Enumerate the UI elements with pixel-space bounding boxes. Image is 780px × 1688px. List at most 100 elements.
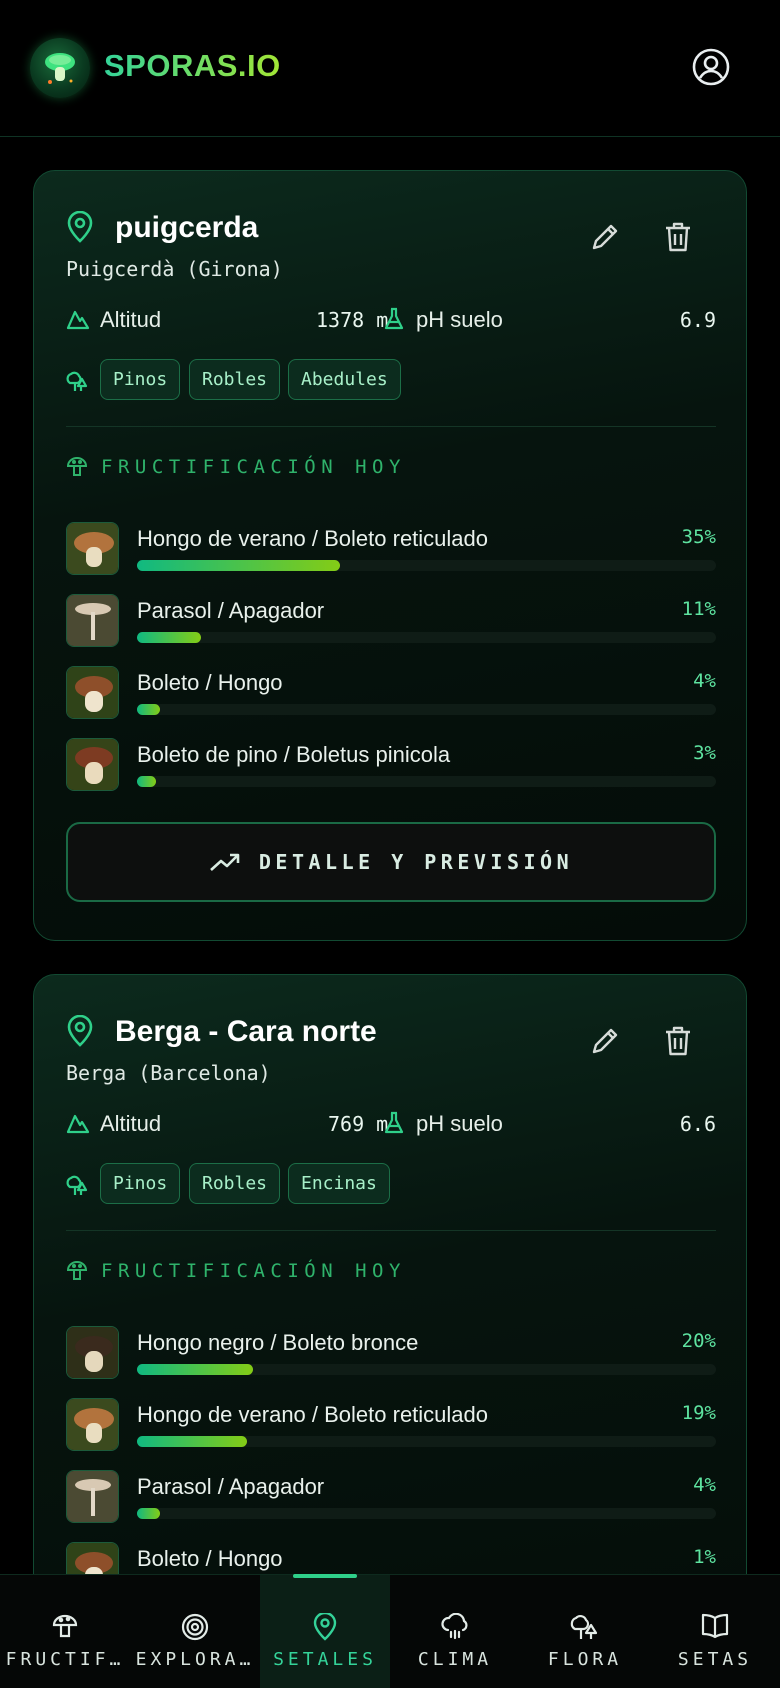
nav-label: EXPLORA… bbox=[135, 1649, 255, 1670]
species-name: Parasol / Apagador bbox=[137, 598, 325, 623]
nav-label: FLORA bbox=[547, 1649, 623, 1670]
tree-tags: Pinos Robles Abedules bbox=[66, 359, 716, 401]
species-name: Boleto / Hongo bbox=[137, 670, 283, 695]
trash-icon bbox=[666, 1026, 690, 1056]
flask-icon bbox=[382, 1111, 406, 1140]
species-name: Boleto / Hongo bbox=[137, 1546, 283, 1571]
spot-stats: Altitud 1378 m pH suelo 6.9 bbox=[66, 305, 716, 335]
nav-label: CLIMA bbox=[417, 1649, 493, 1670]
app-header: SPORAS.IO bbox=[0, 0, 780, 137]
spot-title: Berga - Cara norte bbox=[115, 1015, 377, 1048]
flask-icon bbox=[382, 307, 406, 336]
probability-bar-fill bbox=[137, 1364, 253, 1375]
probability-bar-fill bbox=[137, 560, 340, 571]
pencil-icon bbox=[592, 224, 618, 250]
spot-title: puigcerda bbox=[115, 211, 259, 244]
species-thumbnail bbox=[66, 1326, 119, 1379]
species-percent: 3% bbox=[693, 742, 716, 764]
pencil-icon bbox=[592, 1028, 618, 1054]
species-thumbnail bbox=[66, 738, 119, 791]
nav-item-clima[interactable]: CLIMA bbox=[390, 1575, 520, 1688]
species-thumbnail bbox=[66, 1470, 119, 1523]
probability-bar-fill bbox=[137, 704, 161, 715]
nav-item-explorar[interactable]: EXPLORA… bbox=[130, 1575, 260, 1688]
species-percent: 35% bbox=[681, 526, 716, 548]
detail-forecast-label: DETALLE Y PREVISIÓN bbox=[258, 850, 574, 874]
species-row[interactable]: Parasol / Apagador 4% bbox=[66, 1470, 716, 1526]
trees-icon bbox=[66, 1173, 88, 1202]
map-pin-icon bbox=[260, 1613, 390, 1641]
altitude-label: Altitud bbox=[100, 1111, 162, 1136]
tree-tag: Pinos bbox=[100, 359, 181, 400]
edit-button[interactable] bbox=[587, 219, 623, 255]
detail-forecast-button[interactable]: DETALLE Y PREVISIÓN bbox=[66, 822, 716, 902]
species-name: Hongo de verano / Boleto reticulado bbox=[137, 1402, 489, 1427]
trees-icon bbox=[66, 369, 88, 398]
species-percent: 4% bbox=[693, 1474, 716, 1496]
ph-value: 6.6 bbox=[679, 1112, 716, 1136]
spot-card: puigcerda Puigcerdà (Girona) Altitud 137… bbox=[33, 170, 747, 941]
trees-icon bbox=[520, 1613, 650, 1641]
probability-bar bbox=[137, 776, 716, 787]
bottom-nav: FRUCTIF… EXPLORA… SETALES CLIMA FLORA SE… bbox=[0, 1574, 780, 1688]
spots-list[interactable]: puigcerda Puigcerdà (Girona) Altitud 137… bbox=[0, 138, 780, 1574]
probability-bar bbox=[137, 560, 716, 571]
spot-card: Berga - Cara norte Berga (Barcelona) Alt… bbox=[33, 974, 747, 1574]
delete-button[interactable] bbox=[660, 1023, 696, 1059]
tree-tag: Abedules bbox=[288, 359, 401, 400]
species-row[interactable]: Hongo de verano / Boleto reticulado 35% bbox=[66, 522, 716, 578]
altitude-value: 769 m bbox=[328, 1112, 389, 1136]
map-pin-icon bbox=[66, 1014, 94, 1052]
section-title: FRUCTIFICACIÓN HOY bbox=[101, 1260, 406, 1282]
fruiting-section-header: FRUCTIFICACIÓN HOY bbox=[66, 456, 716, 478]
profile-button[interactable] bbox=[690, 46, 732, 88]
nav-label: SETAS bbox=[677, 1649, 753, 1670]
mushroom-icon bbox=[0, 1613, 130, 1639]
probability-bar bbox=[137, 1436, 716, 1447]
probability-bar bbox=[137, 1364, 716, 1375]
species-percent: 1% bbox=[693, 1546, 716, 1568]
probability-bar-fill bbox=[137, 1508, 161, 1519]
tree-tag: Pinos bbox=[100, 1163, 181, 1204]
tree-tags: Pinos Robles Encinas bbox=[66, 1163, 716, 1205]
species-thumbnail bbox=[66, 666, 119, 719]
species-row[interactable]: Parasol / Apagador 11% bbox=[66, 594, 716, 650]
edit-button[interactable] bbox=[587, 1023, 623, 1059]
mountain-icon bbox=[66, 307, 90, 336]
probability-bar-fill bbox=[137, 632, 201, 643]
ph-label: pH suelo bbox=[416, 1111, 503, 1136]
species-thumbnail bbox=[66, 1542, 119, 1574]
logo-mushroom-icon bbox=[30, 38, 90, 98]
nav-item-setas[interactable]: SETAS bbox=[650, 1575, 780, 1688]
active-tab-indicator bbox=[293, 1574, 357, 1578]
probability-bar-fill bbox=[137, 1436, 247, 1447]
species-row[interactable]: Boleto / Hongo 4% bbox=[66, 666, 716, 722]
nav-item-flora[interactable]: FLORA bbox=[520, 1575, 650, 1688]
tree-tag: Encinas bbox=[288, 1163, 390, 1204]
mushroom-icon bbox=[66, 1260, 88, 1287]
spot-location: Puigcerdà (Girona) bbox=[66, 257, 283, 281]
species-thumbnail bbox=[66, 594, 119, 647]
mountain-icon bbox=[66, 1111, 90, 1140]
section-title: FRUCTIFICACIÓN HOY bbox=[101, 456, 406, 478]
species-thumbnail bbox=[66, 522, 119, 575]
delete-button[interactable] bbox=[660, 219, 696, 255]
species-row[interactable]: Hongo negro / Boleto bronce 20% bbox=[66, 1326, 716, 1382]
tree-tag: Robles bbox=[189, 1163, 281, 1204]
species-row[interactable]: Hongo de verano / Boleto reticulado 19% bbox=[66, 1398, 716, 1454]
species-thumbnail bbox=[66, 1398, 119, 1451]
cloud-rain-icon bbox=[390, 1613, 520, 1641]
nav-label: FRUCTIF… bbox=[5, 1649, 125, 1670]
spot-stats: Altitud 769 m pH suelo 6.6 bbox=[66, 1109, 716, 1139]
species-row[interactable]: Boleto / Hongo 1% bbox=[66, 1542, 716, 1574]
target-icon bbox=[130, 1613, 260, 1641]
altitude-value: 1378 m bbox=[316, 308, 389, 332]
nav-item-setales[interactable]: SETALES bbox=[260, 1575, 390, 1688]
book-open-icon bbox=[650, 1613, 780, 1639]
species-row[interactable]: Boleto de pino / Boletus pinicola 3% bbox=[66, 738, 716, 794]
map-pin-icon bbox=[66, 210, 94, 248]
app-logo-text: SPORAS.IO bbox=[104, 48, 281, 83]
nav-item-fructificacion[interactable]: FRUCTIF… bbox=[0, 1575, 130, 1688]
probability-bar-fill bbox=[137, 776, 156, 787]
species-name: Parasol / Apagador bbox=[137, 1474, 325, 1499]
